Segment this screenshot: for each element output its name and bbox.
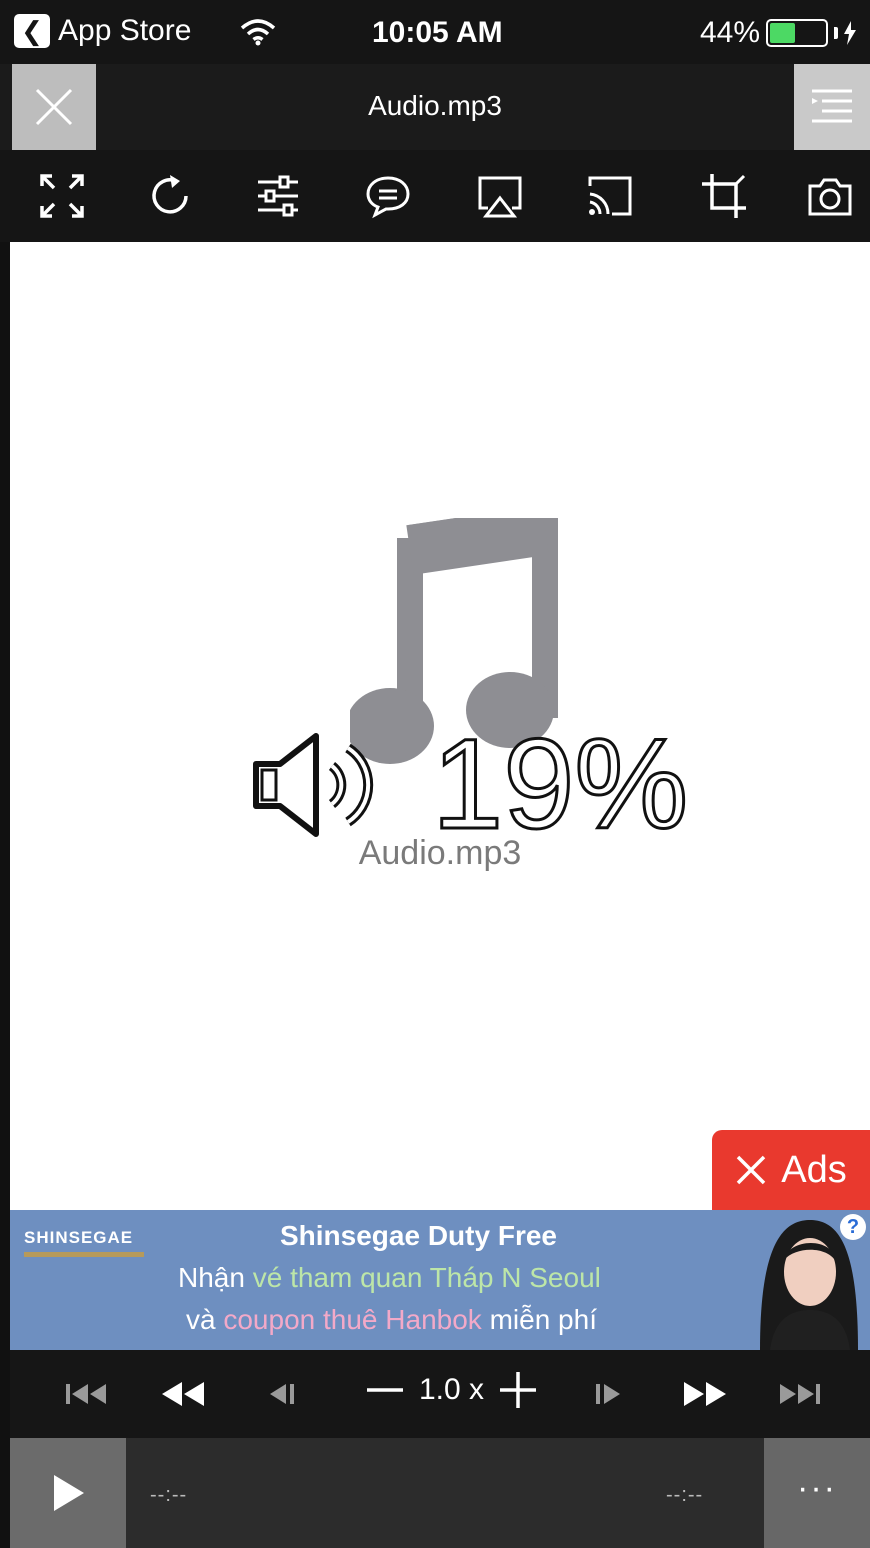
close-ads-button[interactable]: Ads [712,1130,870,1210]
charging-bolt-icon [844,21,857,45]
remaining-time: --:-- [666,1484,704,1506]
ad-line-3-b: coupon thuê Hanbok [223,1304,482,1335]
back-chevron-icon: ❮ [14,14,50,48]
ad-brand-underline [24,1252,144,1257]
ad-line-3-c: miễn phí [489,1304,597,1335]
elapsed-time: --:-- [150,1484,188,1506]
battery-tip [834,27,839,39]
ad-line-3-a: và [186,1304,216,1335]
bottom-bar: --:-- --:-- ··· [10,1438,870,1548]
equalizer-icon[interactable] [254,172,302,220]
crop-icon[interactable] [700,172,748,220]
ad-info-icon[interactable]: ? [840,1214,866,1240]
speaker-icon [253,733,374,837]
ads-label: Ads [781,1148,847,1191]
ad-brand: SHINSEGAE [24,1228,134,1247]
transport-controls: 1.0 x [10,1350,870,1438]
skip-previous-icon[interactable] [64,1376,110,1412]
fast-forward-icon[interactable] [682,1376,728,1412]
battery-icon [766,19,829,47]
play-button[interactable] [10,1438,126,1548]
more-options-button[interactable]: ··· [764,1438,870,1548]
speed-value: 1.0 x [419,1373,485,1406]
ad-line-2: Nhận vé tham quan Tháp N Seoul [178,1262,601,1294]
close-icon [737,1155,766,1185]
fullscreen-icon[interactable] [38,172,86,220]
player-toolbar [0,150,870,242]
airplay-icon[interactable] [476,172,524,220]
step-forward-icon[interactable] [592,1376,626,1412]
list-menu-icon [812,89,852,123]
camera-icon[interactable] [806,172,854,220]
ad-headline: Shinsegae Duty Free [280,1220,557,1251]
speed-decrease-icon[interactable] [365,1372,405,1408]
play-icon [54,1475,84,1511]
speed-control: 1.0 x [365,1372,538,1408]
title-bar: Audio.mp3 [0,64,870,150]
skip-next-icon[interactable] [776,1376,822,1412]
back-to-app-store[interactable]: ❮ App Store [14,14,191,48]
file-name: Audio.mp3 [358,834,522,872]
battery-percent: 44% [700,16,761,49]
back-label: App Store [58,14,192,47]
playlist-menu-button[interactable] [794,64,870,150]
battery-fill [770,23,796,43]
step-back-icon[interactable] [264,1376,298,1412]
volume-overlay: 19% [250,719,690,850]
ad-banner[interactable]: SHINSEGAE Shinsegae Duty Free Nhận vé th… [10,1210,870,1350]
status-bar: ❮ App Store 10:05 AM 44% [0,0,870,64]
wifi-icon [240,19,276,46]
ad-line-2-a: Nhận [178,1262,245,1293]
player-area[interactable]: 19% Audio.mp3 [10,242,870,1210]
battery-indicator: 44% [700,16,857,50]
ad-line-3: và coupon thuê Hanbok miễn phí [186,1304,597,1336]
speed-increase-icon[interactable] [498,1372,538,1408]
subtitle-icon[interactable] [364,172,412,220]
status-time: 10:05 AM [372,16,503,49]
rotate-icon[interactable] [146,172,194,220]
page-title: Audio.mp3 [368,90,502,121]
cast-icon[interactable] [586,172,634,220]
volume-percent: 19% [430,713,689,856]
ad-line-2-b: vé tham quan Tháp N Seoul [252,1262,601,1293]
rewind-icon[interactable] [160,1376,206,1412]
